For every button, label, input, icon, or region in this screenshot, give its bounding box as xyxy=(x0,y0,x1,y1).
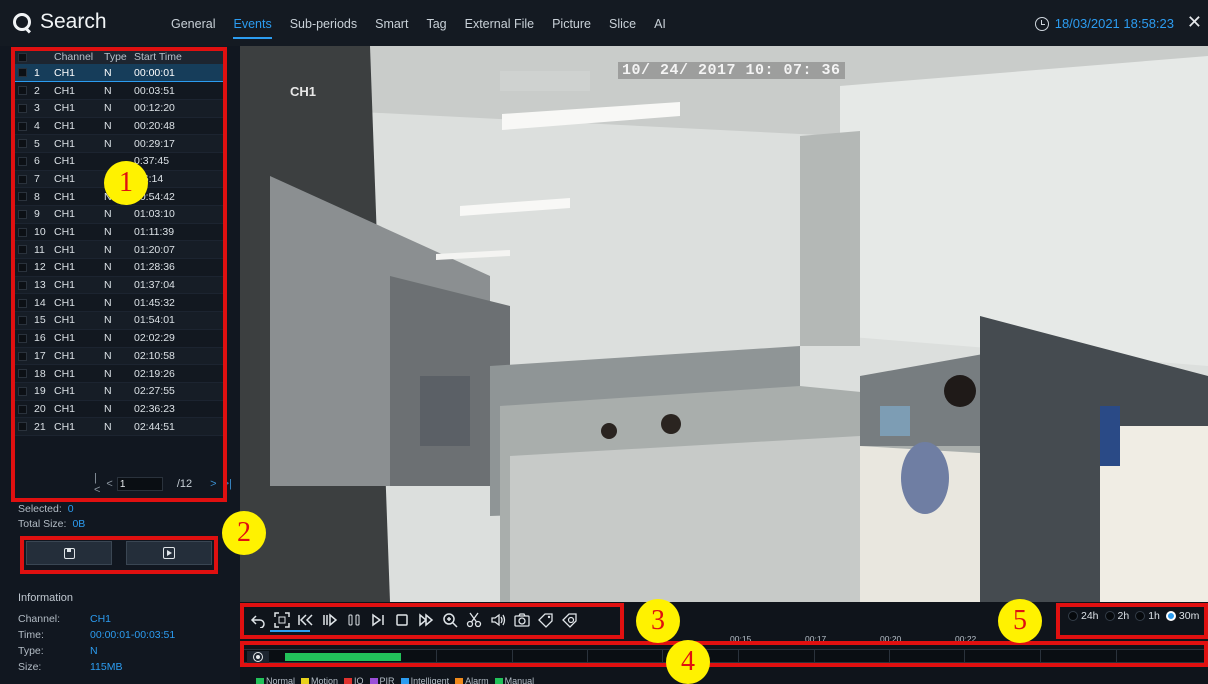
selected-value: 0 xyxy=(67,503,74,515)
video-playback[interactable]: 10/ 24/ 2017 10: 07: 36 CH1 xyxy=(240,46,1208,602)
app-title: Search xyxy=(12,10,107,34)
osd-timestamp: 10/ 24/ 2017 10: 07: 36 xyxy=(618,62,845,79)
annotation-marker-2: 2 xyxy=(222,511,266,555)
selected-count: Selected: 0 xyxy=(18,503,74,515)
tab-bar: General Events Sub-periods Smart Tag Ext… xyxy=(171,17,666,39)
legend-manual: Manual xyxy=(494,676,534,684)
osd-channel-label: CH1 xyxy=(290,84,317,99)
annotation-box-3 xyxy=(240,603,624,639)
annotation-box-5 xyxy=(1056,603,1208,639)
top-bar: Search General Events Sub-periods Smart … xyxy=(0,0,1208,46)
recording-type-legend: Normal Motion IO PIR Intelligent Alarm M… xyxy=(256,676,534,684)
info-time-label: Time: xyxy=(18,629,44,641)
information-heading: Information xyxy=(18,592,74,604)
info-channel: Channel: CH1 xyxy=(18,613,111,625)
info-size-value: 115MB xyxy=(90,661,123,673)
legend-io: IO xyxy=(344,676,364,684)
annotation-box-4 xyxy=(240,641,1208,667)
page-title: Search xyxy=(40,10,107,33)
info-channel-value: CH1 xyxy=(90,613,112,625)
annotation-box-2 xyxy=(20,536,218,574)
clock-icon xyxy=(1034,16,1049,31)
camera-frame-image xyxy=(240,46,1208,602)
info-type-label: Type: xyxy=(18,645,44,657)
total-size-value: 0B xyxy=(72,518,86,530)
search-icon xyxy=(12,12,32,32)
info-size-label: Size: xyxy=(18,661,42,673)
legend-normal: Normal xyxy=(256,676,295,684)
tab-general[interactable]: General xyxy=(171,17,215,39)
tab-smart[interactable]: Smart xyxy=(375,17,408,39)
system-datetime: 18/03/2021 18:58:23 xyxy=(1034,16,1174,31)
annotation-marker-5: 5 xyxy=(998,599,1042,643)
annotation-marker-3: 3 xyxy=(636,599,680,643)
info-type-value: N xyxy=(90,645,98,657)
tab-ai[interactable]: AI xyxy=(654,17,666,39)
tab-events[interactable]: Events xyxy=(233,17,272,39)
tab-tag[interactable]: Tag xyxy=(426,17,446,39)
tab-sub-periods[interactable]: Sub-periods xyxy=(290,17,357,39)
total-size-label: Total Size: xyxy=(18,518,67,530)
legend-alarm: Alarm xyxy=(455,676,489,684)
close-icon[interactable]: ✕ xyxy=(1187,12,1202,33)
tab-picture[interactable]: Picture xyxy=(552,17,591,39)
info-time-value: 00:00:01-00:03:51 xyxy=(90,629,176,641)
total-size: Total Size: 0B xyxy=(18,518,85,530)
tab-slice[interactable]: Slice xyxy=(609,17,636,39)
info-channel-label: Channel: xyxy=(18,613,61,625)
tab-external-file[interactable]: External File xyxy=(465,17,534,39)
info-time: Time: 00:00:01-00:03:51 xyxy=(18,629,175,641)
annotation-marker-1: 1 xyxy=(104,161,148,205)
legend-motion: Motion xyxy=(301,676,338,684)
info-size: Size: 115MB xyxy=(18,661,123,673)
annotation-box-1 xyxy=(11,47,227,502)
info-type: Type: N xyxy=(18,645,98,657)
annotation-marker-4: 4 xyxy=(666,640,710,684)
datetime-text: 18/03/2021 18:58:23 xyxy=(1054,16,1174,31)
legend-pir: PIR xyxy=(369,676,395,684)
legend-intelligent: Intelligent xyxy=(400,676,449,684)
selected-label: Selected: xyxy=(18,503,62,515)
